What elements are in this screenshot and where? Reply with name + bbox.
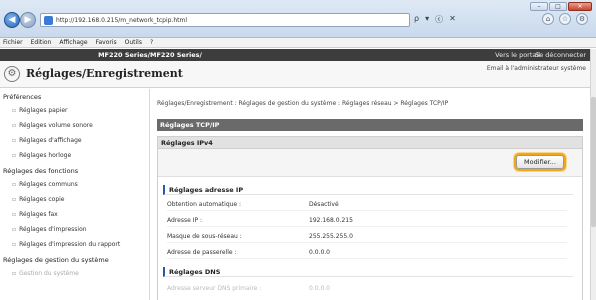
row-value: Désactivé <box>309 201 339 208</box>
menu-edit[interactable]: Edition <box>31 39 52 46</box>
admin-email-link[interactable]: Email à l'administrateur système <box>487 65 586 72</box>
address-url[interactable]: http://192.168.0.215/m_network_tcpip.htm… <box>56 17 187 24</box>
row-label: Adresse IP : <box>167 217 203 224</box>
site-favicon-icon <box>44 15 53 25</box>
menu-view[interactable]: Affichage <box>59 39 87 46</box>
ipv4-settings-panel: Réglages IPv4 Modifier... Réglages adres… <box>157 136 583 300</box>
ip-address-section-title: Réglages adresse IP <box>163 185 573 195</box>
page-scrollbar[interactable] <box>590 49 596 300</box>
page-title-bar: ⚙ Réglages/Enregistrement Email à l'admi… <box>0 61 590 88</box>
address-bar[interactable]: http://192.168.0.215/m_network_tcpip.htm… <box>40 13 410 27</box>
bullet-icon: ▫ <box>12 107 17 114</box>
sidebar-item-copy[interactable]: ▫ Réglages copie <box>0 192 149 207</box>
sidebar-item-common[interactable]: ▫ Réglages communs <box>0 177 149 192</box>
bullet-icon: ▫ <box>12 152 17 159</box>
device-top-bar: MF220 Series/MF220 Series/ Vers le porta… <box>0 49 590 61</box>
bullet-icon: ▫ <box>12 196 17 203</box>
row-label: Adresse de passerelle : <box>167 249 237 256</box>
address-actions: ρ ▾ ⓒ ✕ <box>414 14 456 25</box>
bullet-icon: ▫ <box>12 137 17 144</box>
close-window-button[interactable]: ✕ <box>568 2 592 11</box>
row-value: 192.168.0.215 <box>309 217 353 224</box>
row-label: Obtention automatique : <box>167 201 242 208</box>
portal-link[interactable]: Vers le portail <box>495 51 540 59</box>
sidebar-item-clock[interactable]: ▫ Réglages horloge <box>0 148 149 163</box>
sidebar-item-paper[interactable]: ▫ Réglages papier <box>0 103 149 118</box>
sidebar: Préférences ▫ Réglages papier ▫ Réglages v… <box>0 89 150 300</box>
main-content: Réglages/Enregistrement : Réglages de ge… <box>150 89 590 300</box>
panel-title: Réglages IPv4 <box>158 137 582 149</box>
sidebar-item-label: Réglages horloge <box>19 152 72 159</box>
table-row: Obtention automatique : Désactivé <box>167 200 567 211</box>
table-row: Adresse serveur DNS primaire : 0.0.0.0 <box>167 284 567 295</box>
table-row: Adresse IP : 192.168.0.215 <box>167 216 567 227</box>
minimize-button[interactable]: – <box>530 2 548 11</box>
panel-actions: Modifier... <box>158 149 582 177</box>
browser-tools: ⌂ ☆ ⚙ <box>542 13 588 25</box>
menu-bar: Fichier Edition Affichage Favoris Outils… <box>0 38 596 48</box>
bullet-icon: ▫ <box>12 241 17 248</box>
row-value: 255.255.255.0 <box>309 233 353 240</box>
browser-chrome: – □ ✕ ◀ ▶ http://192.168.0.215/m_network… <box>0 0 596 38</box>
sidebar-item-label: Gestion du système <box>19 270 79 277</box>
row-label: Masque de sous-réseau : <box>167 233 242 240</box>
row-value: 0.0.0.0 <box>309 285 330 292</box>
menu-favorites[interactable]: Favoris <box>96 39 117 46</box>
search-icon[interactable]: ρ <box>414 14 419 25</box>
bullet-icon: ▫ <box>12 181 17 188</box>
sidebar-group-preferences: Préférences <box>3 93 42 101</box>
breadcrumb: Réglages/Enregistrement : Réglages de ge… <box>157 100 449 107</box>
bullet-icon: ▫ <box>12 226 17 233</box>
sidebar-item-label: Réglages volume sonore <box>19 122 93 129</box>
menu-help[interactable]: ? <box>150 39 153 46</box>
maximize-button[interactable]: □ <box>549 2 567 11</box>
back-arrow-icon[interactable]: ◀ <box>4 12 20 28</box>
scrollbar-thumb[interactable] <box>591 97 596 227</box>
table-row: Masque de sous-réseau : 255.255.255.0 <box>167 232 567 243</box>
device-model: MF220 Series/MF220 Series/ <box>98 51 202 59</box>
section-title: Réglages TCP/IP <box>157 119 583 131</box>
sidebar-item-label: Réglages fax <box>19 211 58 218</box>
sidebar-group-system: Réglages de gestion du système <box>3 256 109 264</box>
settings-gear-icon[interactable]: ⚙ <box>576 13 588 25</box>
sidebar-item-print[interactable]: ▫ Réglages d'impression <box>0 222 149 237</box>
sidebar-item-report-print[interactable]: ▫ Réglages d'impression du rapport <box>0 237 149 252</box>
logout-link[interactable]: Se déconnecter <box>535 51 586 59</box>
page-title: Réglages/Enregistrement <box>26 67 183 80</box>
window-controls: – □ ✕ <box>530 2 592 11</box>
row-label: Adresse serveur DNS primaire : <box>167 285 262 292</box>
settings-gear-icon: ⚙ <box>4 66 20 82</box>
sidebar-item-label: Réglages communs <box>19 181 78 188</box>
sidebar-item-fax[interactable]: ▫ Réglages fax <box>0 207 149 222</box>
sidebar-item-label: Réglages copie <box>19 196 65 203</box>
forward-arrow-icon[interactable]: ▶ <box>20 12 36 28</box>
refresh-icon[interactable]: ⓒ <box>435 14 443 25</box>
row-value: 0.0.0.0 <box>309 249 330 256</box>
menu-file[interactable]: Fichier <box>3 39 23 46</box>
home-icon[interactable]: ⌂ <box>542 13 554 25</box>
bullet-icon: ▫ <box>12 122 17 129</box>
bullet-icon: ▫ <box>12 211 17 218</box>
bullet-icon: ▫ <box>12 270 17 277</box>
menu-tools[interactable]: Outils <box>125 39 142 46</box>
sidebar-item-display[interactable]: ▫ Réglages d'affichage <box>0 133 149 148</box>
sidebar-group-functions: Réglages des fonctions <box>3 167 79 175</box>
table-row: Adresse de passerelle : 0.0.0.0 <box>167 248 567 259</box>
sidebar-item-label: Réglages d'affichage <box>19 137 82 144</box>
stop-icon[interactable]: ✕ <box>449 14 456 25</box>
sidebar-item-label: Réglages d'impression du rapport <box>19 241 121 248</box>
dns-section-title: Réglages DNS <box>163 267 573 277</box>
sidebar-item-label: Réglages papier <box>19 107 68 114</box>
favorites-star-icon[interactable]: ☆ <box>559 13 571 25</box>
sidebar-item-volume[interactable]: ▫ Réglages volume sonore <box>0 118 149 133</box>
sidebar-item-system-management[interactable]: ▫ Gestion du système <box>0 266 149 281</box>
modify-button[interactable]: Modifier... <box>516 155 564 169</box>
dropdown-icon[interactable]: ▾ <box>425 14 429 25</box>
sidebar-item-label: Réglages d'impression <box>19 226 87 233</box>
